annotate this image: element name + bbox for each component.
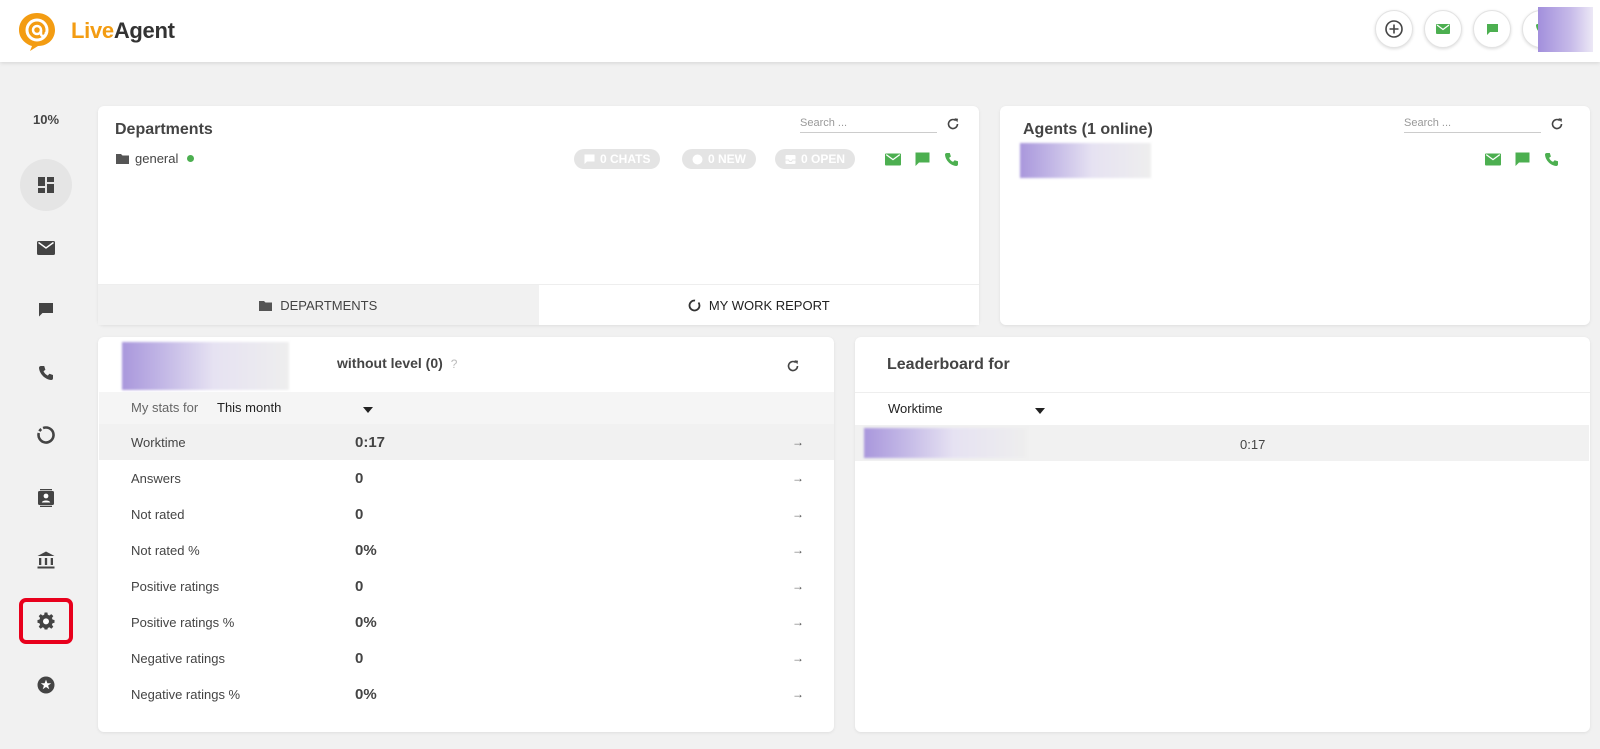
arrow-right-icon[interactable]: → [792,687,804,701]
sidebar-item-dashboard[interactable] [20,159,72,211]
chats-count-badge: 0 CHATS [574,149,661,169]
phone-icon[interactable] [1544,152,1559,167]
leaderboard-row[interactable]: 0:17 [855,425,1589,461]
reports-icon [688,299,701,311]
tab-departments[interactable]: DEPARTMENTS [98,285,539,325]
departments-tabs: DEPARTMENTS MY WORK REPORT [98,284,979,325]
sidebar-item-tickets[interactable] [20,222,72,274]
stat-row[interactable]: Answers 0 → [99,460,834,496]
departments-search-input[interactable]: Search ... [800,117,937,133]
new-chat-button[interactable] [1473,10,1511,48]
my-avatar [122,342,289,390]
logo-bubble-icon [19,13,55,51]
sidebar-item-reports[interactable] [20,409,72,461]
contacts-icon [38,489,54,507]
chat-icon [584,154,595,164]
stat-row[interactable]: Positive ratings 0 → [99,568,834,604]
reports-icon [37,426,55,444]
stat-row[interactable]: Not rated % 0% → [99,532,834,568]
chat-icon [1486,23,1498,35]
agent-actions [1485,152,1559,167]
stats-filter-row: My stats for This month [99,392,834,424]
open-count-badge: 0 OPEN [775,149,856,169]
new-email-button[interactable] [1424,10,1462,48]
refresh-icon[interactable] [1550,117,1564,131]
department-name: general [135,151,179,166]
sidebar-item-calls[interactable] [20,347,72,399]
arrow-right-icon[interactable]: → [792,615,804,629]
liveagent-logo[interactable]: LiveAgent [17,11,175,51]
stats-period-select[interactable]: This month [217,400,281,415]
bank-icon [37,551,55,569]
dashboard-icon [38,177,54,193]
user-avatar[interactable] [1538,7,1593,52]
department-actions [885,152,959,167]
top-actions [1375,10,1560,48]
arrow-right-icon[interactable]: → [792,651,804,665]
arrow-right-icon[interactable]: → [792,471,804,485]
add-icon [1385,20,1403,38]
mail-icon[interactable] [1485,153,1501,166]
leaderboard-title: Leaderboard for [887,356,1010,373]
mail-icon [1436,24,1450,34]
star-icon [37,676,55,694]
new-dot-icon [692,154,703,164]
departments-title: Departments [115,121,213,138]
refresh-icon[interactable] [786,359,800,373]
agents-title: Agents (1 online) [1023,121,1153,138]
inbox-icon [785,154,796,164]
arrow-right-icon[interactable]: → [792,543,804,557]
stat-row[interactable]: Positive ratings % 0% → [99,604,834,640]
stat-row[interactable]: Not rated 0 → [99,496,834,532]
leaderboard-metric-select[interactable]: Worktime [888,401,943,416]
stat-row[interactable]: Worktime 0:17 → [99,424,834,460]
logo-text: LiveAgent [71,18,175,43]
mail-icon [37,241,55,255]
new-count-badge: 0 NEW [682,149,757,169]
top-bar: LiveAgent [0,0,1600,62]
sidebar-item-knowledgebase[interactable] [20,534,72,586]
leaderboard-filter-row: Worktime [855,392,1590,424]
chat-icon[interactable] [1515,152,1530,167]
folder-icon [259,300,273,311]
online-status-dot [187,155,195,162]
stats-filter-label: My stats for [131,400,199,415]
chevron-down-icon[interactable] [1035,408,1045,414]
department-row-general[interactable]: general [116,151,195,166]
chevron-down-icon[interactable] [363,407,373,413]
leaderboard-agent-avatar [864,428,1027,458]
phone-icon [39,366,53,380]
add-button[interactable] [1375,10,1413,48]
sidebar-item-chats[interactable] [20,284,72,336]
agent-avatar[interactable] [1020,143,1151,178]
mail-icon[interactable] [885,153,901,166]
arrow-right-icon[interactable]: → [792,579,804,593]
arrow-right-icon[interactable]: → [792,507,804,521]
leaderboard-value: 0:17 [1240,437,1266,452]
sidebar-item-contacts[interactable] [20,472,72,524]
agent-level: without level (0)? [337,355,458,371]
arrow-right-icon[interactable]: → [792,435,804,449]
phone-icon[interactable] [944,152,959,167]
gear-icon [37,612,55,630]
stat-row[interactable]: Negative ratings 0 → [99,640,834,676]
folder-icon [116,154,129,164]
tab-my-work-report[interactable]: MY WORK REPORT [538,285,979,325]
sidebar-item-plugins[interactable] [20,659,72,711]
level-help-icon[interactable]: ? [451,357,458,371]
chat-icon[interactable] [915,152,930,167]
zoom-level: 10% [32,112,60,127]
chat-icon [39,303,53,317]
agents-search-input[interactable]: Search ... [1404,117,1541,133]
sidebar-item-configuration[interactable] [19,598,73,644]
refresh-icon[interactable] [946,117,960,131]
stat-row[interactable]: Negative ratings % 0% → [99,676,834,712]
